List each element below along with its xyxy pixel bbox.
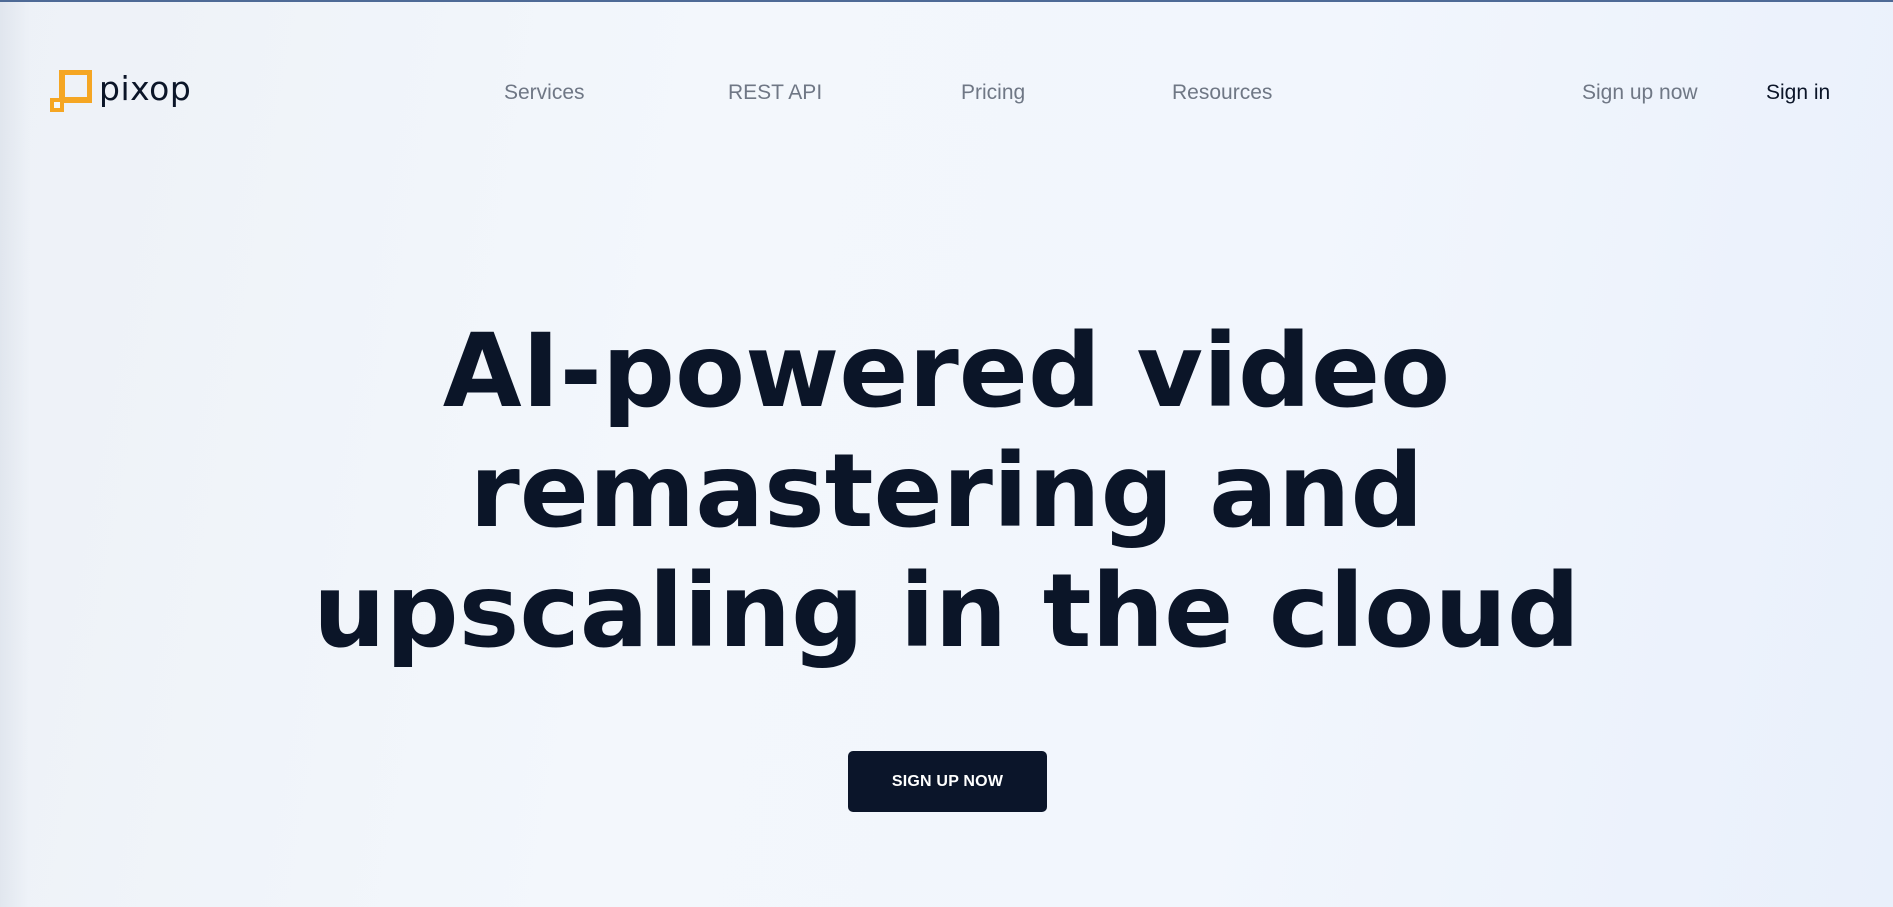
nav-sign-in-link[interactable]: Sign in xyxy=(1766,81,1830,105)
nav-rest-api[interactable]: REST API xyxy=(728,81,822,105)
nav-pricing[interactable]: Pricing xyxy=(961,81,1025,105)
brand-name: pixop xyxy=(99,68,192,108)
hero-headline: AI-powered video remastering and upscali… xyxy=(0,312,1893,672)
landing-page: pixop Services REST API Pricing Resource… xyxy=(0,2,1893,907)
hero-headline-line-2: remastering and xyxy=(469,432,1424,551)
sign-up-now-button[interactable]: SIGN UP NOW xyxy=(848,751,1047,812)
hero-headline-line-3: upscaling in the cloud xyxy=(313,552,1580,671)
nav-sign-up-link[interactable]: Sign up now xyxy=(1582,81,1698,105)
hero-section: AI-powered video remastering and upscali… xyxy=(0,312,1893,672)
pixop-logo-icon xyxy=(50,70,92,112)
hero-headline-line-1: AI-powered video xyxy=(442,312,1451,431)
nav-resources[interactable]: Resources xyxy=(1172,81,1272,105)
top-navigation: pixop Services REST API Pricing Resource… xyxy=(0,2,1893,182)
pixop-logo[interactable]: pixop xyxy=(50,69,191,113)
nav-services[interactable]: Services xyxy=(504,81,585,105)
